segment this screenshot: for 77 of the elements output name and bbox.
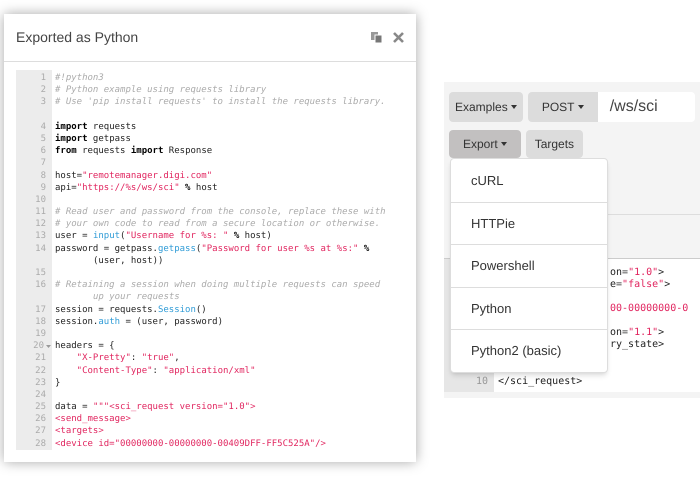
line-number: 9 <box>40 182 46 194</box>
line-number: 10 <box>474 376 488 388</box>
code-line: api="https://%s/ws/sci" % host <box>55 182 218 193</box>
line-number: 13 <box>35 230 46 243</box>
code-line: ry_state> <box>610 339 664 350</box>
code-line: from requests import Response <box>55 146 212 156</box>
line-number: 18 <box>35 316 46 328</box>
close-icon[interactable] <box>393 32 404 43</box>
line-number: 4 <box>40 120 46 133</box>
line-number: 6 <box>40 145 46 158</box>
code-line: import requests <box>55 122 136 132</box>
code-line: # Use 'pip install requests' to install the requests library. <box>55 97 386 108</box>
code-line: <device id="00000000-00000000-00409DFF-FF5C525A"/> <box>55 438 326 449</box>
examples-button[interactable]: Examples <box>449 92 523 122</box>
line-number: 8 <box>40 170 46 182</box>
line-number: 2 <box>40 84 46 96</box>
menu-item[interactable]: cURL <box>451 159 607 202</box>
caret-icon <box>500 142 507 146</box>
code-line: # your own code to read from a secure location or otherwise. <box>55 219 380 230</box>
code-line: <send_message> <box>55 414 131 424</box>
menu-item[interactable]: Powershell <box>451 244 607 287</box>
menu-item[interactable]: HTTPie <box>451 202 607 244</box>
line-number: 26 <box>35 413 46 426</box>
line-number: 23 <box>35 376 46 389</box>
code-line: session.auth = (user, password) <box>55 316 223 327</box>
code-line: </sci_request> <box>498 376 582 387</box>
line-number: 27 <box>35 425 46 438</box>
line-number: 25 <box>35 401 46 414</box>
caret-icon <box>578 105 584 109</box>
menu-item[interactable]: Python2 (basic) <box>451 329 607 372</box>
line-number: 11 <box>35 206 46 218</box>
line-number: 22 <box>35 364 46 377</box>
code-line: on="1.0"> <box>610 267 664 278</box>
line-number: 21 <box>35 352 46 365</box>
line-number: 5 <box>40 132 46 146</box>
code-line: "Content-Type": "application/xml" <box>76 366 256 376</box>
line-number: 17 <box>35 304 46 316</box>
code-line: session = requests.Session() <box>55 304 207 315</box>
export-button[interactable]: Export <box>449 130 521 158</box>
code-line: <targets> <box>55 426 104 436</box>
caret-icon <box>510 105 517 109</box>
line-number: 10 <box>35 194 46 206</box>
code-line: on="1.1"> <box>610 327 664 338</box>
code-line: headers = { <box>55 341 115 352</box>
line-number: 14 <box>35 242 46 255</box>
code-line: import getpass <box>55 134 131 144</box>
code-line: (user, host)) <box>93 256 164 266</box>
dialog-title: Exported as Python <box>16 28 140 47</box>
code-line: up your requests <box>93 292 180 302</box>
code-line: } <box>55 378 60 388</box>
line-number: 24 <box>35 388 46 402</box>
path-field[interactable]: /ws/sci <box>598 92 695 122</box>
line-number: 15 <box>35 267 46 280</box>
targets-button[interactable]: Targets <box>526 130 584 158</box>
method-dropdown[interactable]: POST <box>528 92 598 122</box>
code-line: #!python3 <box>55 73 104 83</box>
code-line: host="remotemanager.digi.com" <box>55 170 212 180</box>
line-number: 1 <box>40 72 46 84</box>
code-line: 00-00000000-0 <box>610 303 688 314</box>
code-line: # Read user and password from the console, replace these with <box>55 207 386 218</box>
line-number: 3 <box>40 96 46 109</box>
code-line: user = input("Username for %s: " % host) <box>55 231 272 242</box>
code-line: password = getpass.getpass("Password for user %s at %s:" % <box>55 244 370 254</box>
copy-icon[interactable] <box>371 32 382 43</box>
line-number: 12 <box>35 218 46 230</box>
code-line: # Python example using requests library <box>55 85 266 96</box>
code-line: e="false"> <box>610 279 670 290</box>
line-number: 28 <box>35 438 46 450</box>
line-number: 16 <box>35 279 46 292</box>
line-number: 7 <box>40 157 46 170</box>
code-line: # Retaining a session when doing multiple requests can speed <box>55 280 380 290</box>
fold-caret-icon[interactable] <box>46 344 51 348</box>
code-line: "X-Pretty": "true", <box>76 353 180 364</box>
code-line: data = """<sci_request version="1.0"> <box>55 402 256 412</box>
line-number: 19 <box>35 328 46 340</box>
menu-item[interactable]: Python <box>451 286 607 330</box>
line-number: 20 <box>33 340 44 352</box>
